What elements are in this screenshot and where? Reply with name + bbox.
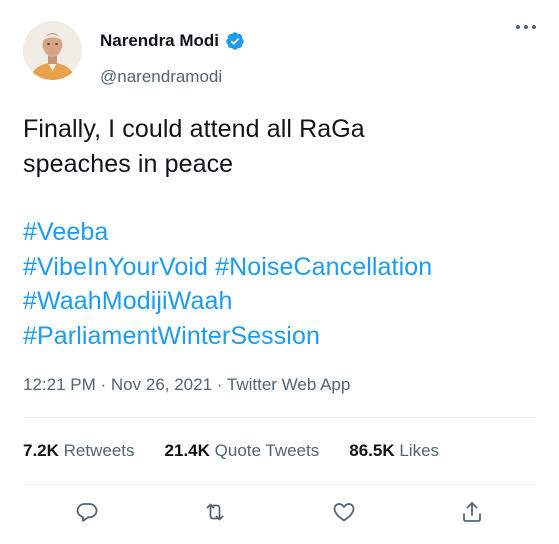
author-name-row[interactable]: Narendra Modi	[100, 31, 245, 51]
divider	[23, 417, 536, 418]
meta-separator: ·	[100, 375, 107, 394]
author-display-name[interactable]: Narendra Modi	[100, 31, 219, 51]
hashtag-link[interactable]: #Veeba	[23, 218, 108, 246]
share-icon[interactable]	[460, 500, 484, 524]
hashtag-link[interactable]: #VibeInYourVoid	[23, 253, 208, 281]
hashtag-line: #Veeba	[23, 215, 543, 250]
tweet-stats: 7.2K Retweets 21.4K Quote Tweets 86.5K L…	[23, 441, 439, 461]
reply-icon[interactable]	[75, 500, 99, 524]
quote-tweets-label: Quote Tweets	[214, 441, 320, 460]
likes-stat[interactable]: 86.5K Likes	[349, 441, 439, 461]
tweet-time[interactable]: 12:21 PM	[23, 375, 96, 394]
tweet-text-line: Finally, I could attend all RaGa	[23, 115, 365, 143]
tweet-date[interactable]: Nov 26, 2021	[111, 375, 212, 394]
retweet-icon[interactable]	[203, 500, 227, 524]
author-handle[interactable]: @narendramodi	[100, 67, 222, 87]
hashtag-link[interactable]: #WaahModijiWaah	[23, 287, 232, 315]
meta-separator: ·	[216, 375, 223, 394]
tweet-card: Narendra Modi @narendramodi Finally, I c…	[0, 0, 559, 544]
hashtag-line: #ParliamentWinterSession	[23, 319, 543, 354]
tweet-source[interactable]: Twitter Web App	[227, 375, 350, 394]
tweet-text: Finally, I could attend all RaGa speache…	[23, 112, 543, 353]
likes-count: 86.5K	[349, 441, 395, 460]
tweet-actions	[0, 500, 559, 528]
avatar[interactable]	[23, 21, 82, 80]
divider	[23, 484, 536, 485]
quote-tweets-count: 21.4K	[164, 441, 210, 460]
like-icon[interactable]	[332, 500, 356, 524]
retweets-stat[interactable]: 7.2K Retweets	[23, 441, 135, 461]
tweet-text-line: speaches in peace	[23, 149, 234, 178]
hashtag-link[interactable]: #ParliamentWinterSession	[23, 322, 320, 350]
more-options-icon[interactable]	[514, 20, 538, 34]
hashtag-line: #VibeInYourVoid #NoiseCancellation	[23, 250, 543, 285]
retweets-label: Retweets	[63, 441, 135, 460]
retweets-count: 7.2K	[23, 441, 59, 460]
likes-label: Likes	[399, 441, 440, 460]
hashtag-line: #WaahModijiWaah	[23, 284, 543, 319]
tweet-meta: 12:21 PM · Nov 26, 2021 · Twitter Web Ap…	[23, 375, 350, 395]
quote-tweets-stat[interactable]: 21.4K Quote Tweets	[165, 441, 320, 461]
hashtag-link[interactable]: #NoiseCancellation	[215, 253, 432, 281]
verified-badge-icon	[225, 31, 245, 51]
